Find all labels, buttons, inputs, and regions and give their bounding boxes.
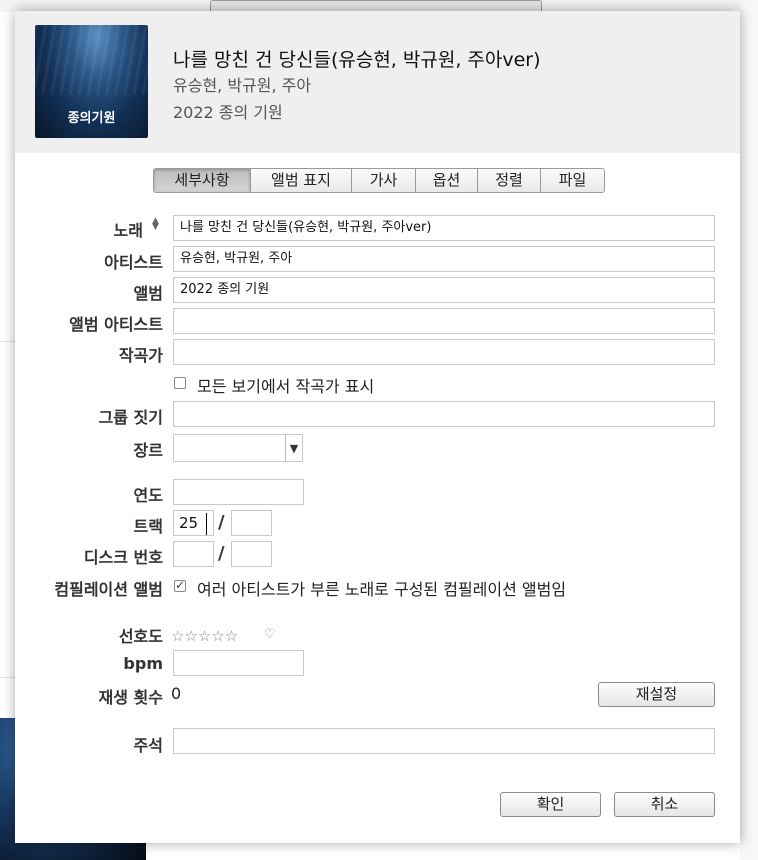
song-info-dialog: 종의기원 나를 망친 건 당신들(유승현, 박규원, 주아ver) 유승현, 박…	[15, 11, 740, 843]
compilation-checkbox[interactable]	[174, 578, 186, 592]
song-label: 노래	[113, 221, 143, 240]
song-field[interactable]: 나를 망친 건 당신들(유승현, 박규원, 주아ver)	[173, 215, 715, 241]
chevron-down-icon[interactable]: ▼	[285, 434, 303, 462]
album-field[interactable]: 2022 종의 기원	[173, 277, 715, 303]
year-field[interactable]	[173, 479, 304, 505]
track-number-field[interactable]: 25	[173, 510, 214, 536]
album-label: 앨범	[133, 284, 163, 303]
comments-label: 주석	[133, 736, 163, 755]
disc-total-field[interactable]	[231, 541, 272, 567]
tab-options[interactable]: 옵션	[416, 169, 478, 192]
song-album: 2022 종의 기원	[173, 103, 283, 122]
track-label: 트랙	[133, 517, 163, 536]
disc-label: 디스크 번호	[83, 548, 163, 567]
tab-file[interactable]: 파일	[541, 169, 604, 192]
disc-separator: /	[218, 543, 225, 564]
reset-button[interactable]: 재설정	[598, 682, 715, 707]
info-tabs: 세부사항 앨범 표지 가사 옵션 정렬 파일	[153, 168, 605, 193]
composer-label: 작곡가	[118, 346, 163, 365]
grouping-field[interactable]	[173, 401, 715, 427]
compilation-text: 여러 아티스트가 부른 노래로 구성된 컴필레이션 앨범임	[197, 580, 567, 599]
artist-field[interactable]: 유승현, 박규원, 주아	[173, 246, 715, 272]
rating-label: 선호도	[118, 627, 163, 646]
album-artist-field[interactable]	[173, 308, 715, 334]
dialog-header: 종의기원 나를 망친 건 당신들(유승현, 박규원, 주아ver) 유승현, 박…	[15, 11, 740, 153]
show-composer-label: 모든 보기에서 작곡가 표시	[197, 377, 375, 396]
rating-stars[interactable]: ☆☆☆☆☆	[171, 627, 238, 645]
genre-label: 장르	[133, 441, 163, 460]
genre-select[interactable]	[173, 434, 286, 462]
track-separator: /	[218, 512, 225, 533]
grouping-label: 그룹 짓기	[98, 408, 163, 427]
background-strip	[740, 0, 758, 860]
track-total-field[interactable]	[231, 510, 272, 536]
song-title: 나를 망친 건 당신들(유승현, 박규원, 주아ver)	[173, 49, 541, 71]
cancel-button[interactable]: 취소	[614, 792, 715, 817]
play-count-label: 재생 횟수	[98, 688, 163, 707]
show-composer-checkbox[interactable]	[174, 377, 186, 389]
tab-sorting[interactable]: 정렬	[478, 169, 541, 192]
album-artist-label: 앨범 아티스트	[69, 315, 163, 334]
composer-field[interactable]	[173, 339, 715, 365]
sort-arrows-icon[interactable]: ▲ ▼	[152, 217, 159, 232]
disc-number-field[interactable]	[173, 541, 214, 567]
year-label: 연도	[133, 486, 163, 505]
bpm-label: bpm	[123, 654, 163, 673]
comments-field[interactable]	[173, 728, 715, 754]
text-caret	[206, 513, 207, 535]
artwork-title: 종의기원	[67, 111, 116, 126]
tab-details[interactable]: 세부사항	[154, 169, 251, 192]
compilation-label: 컴필레이션 앨범	[54, 580, 163, 599]
song-artist: 유승현, 박규원, 주아	[173, 76, 312, 95]
heart-icon[interactable]: ♡	[264, 627, 276, 642]
bpm-field[interactable]	[173, 650, 304, 676]
play-count-value: 0	[171, 684, 182, 703]
tab-artwork[interactable]: 앨범 표지	[251, 169, 352, 192]
artwork-rays	[35, 25, 148, 95]
album-artwork: 종의기원	[35, 25, 148, 138]
ok-button[interactable]: 확인	[500, 792, 601, 817]
tab-lyrics[interactable]: 가사	[352, 169, 416, 192]
artist-label: 아티스트	[104, 253, 163, 272]
